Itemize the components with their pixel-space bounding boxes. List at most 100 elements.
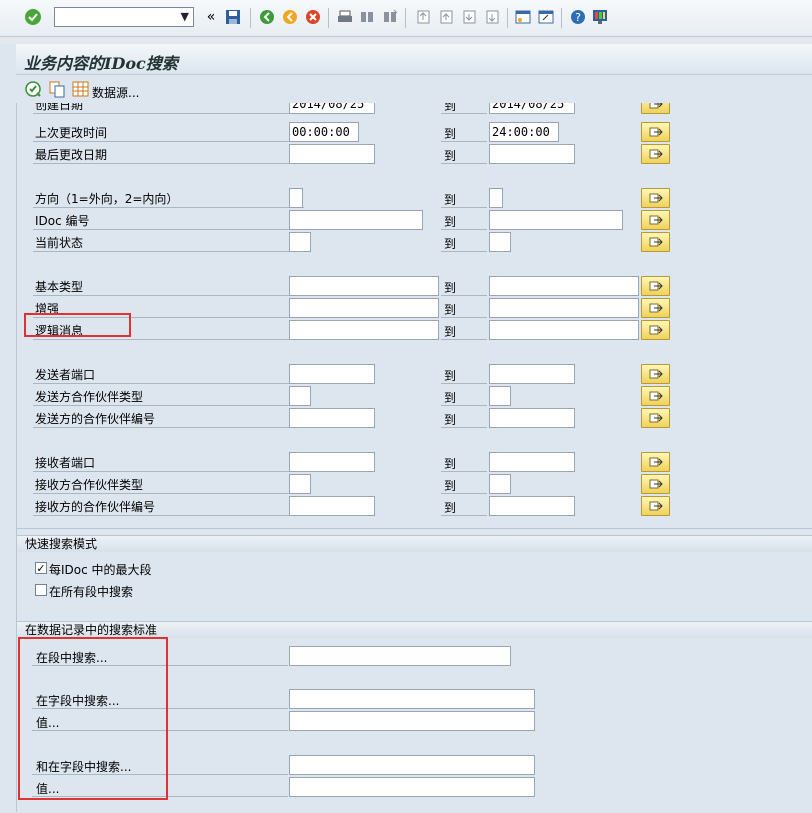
command-field[interactable]: ▼ [54, 7, 194, 27]
data-search-input[interactable] [289, 711, 535, 731]
find-next-icon[interactable] [381, 8, 399, 26]
range-to-input[interactable]: 24:00:00 [489, 122, 559, 142]
range-to-input[interactable] [489, 188, 503, 208]
table-icon[interactable] [72, 80, 90, 101]
range-to-input[interactable] [489, 232, 511, 252]
range-from-input[interactable] [289, 364, 375, 384]
label-underline [33, 251, 304, 252]
label-underline [33, 471, 304, 472]
back-double-icon[interactable]: « [202, 8, 220, 26]
range-to-input[interactable]: 2014/08/25 [489, 103, 575, 114]
back-icon[interactable] [258, 8, 276, 26]
to-label: 到 [444, 149, 457, 163]
data-search-input[interactable] [289, 646, 511, 666]
multiple-selection-button[interactable] [641, 298, 670, 318]
svg-text:?: ? [575, 11, 581, 24]
range-to-input[interactable] [489, 496, 575, 516]
help-icon[interactable]: ? [569, 8, 587, 26]
range-to-input[interactable] [489, 210, 623, 230]
multiple-selection-button[interactable] [641, 276, 670, 296]
exit-icon[interactable] [281, 8, 299, 26]
next-page-icon[interactable] [460, 8, 478, 26]
range-from-input[interactable] [289, 386, 311, 406]
multiple-selection-button[interactable] [641, 188, 670, 208]
range-to-input[interactable] [489, 474, 511, 494]
prev-page-icon[interactable] [437, 8, 455, 26]
multiple-selection-button[interactable] [641, 364, 670, 384]
customize-layout-icon[interactable] [591, 8, 609, 26]
multiple-selection-icon [649, 501, 663, 511]
label-underline [33, 405, 304, 406]
range-to-input[interactable] [489, 408, 575, 428]
range-to-input[interactable] [489, 320, 639, 340]
multiple-selection-icon [649, 303, 663, 313]
range-from-input[interactable] [289, 188, 303, 208]
label-underline [441, 141, 487, 142]
range-from-input[interactable] [289, 276, 439, 296]
title-bar: 业务内容的IDoc搜索 [16, 44, 812, 75]
multiple-selection-button[interactable] [641, 474, 670, 494]
range-to-input[interactable] [489, 276, 639, 296]
label-underline [441, 251, 487, 252]
range-from-input[interactable] [289, 298, 439, 318]
label-underline [33, 493, 304, 494]
multiple-selection-button[interactable] [641, 320, 670, 340]
range-to-input[interactable] [489, 298, 639, 318]
last-page-icon[interactable] [483, 8, 501, 26]
label-underline [441, 493, 487, 494]
create-session-icon[interactable] [514, 8, 532, 26]
range-from-input[interactable] [289, 144, 375, 164]
execute-icon[interactable] [24, 80, 42, 101]
data-search-input[interactable] [289, 755, 535, 775]
datasource-button[interactable]: 数据源... [92, 84, 139, 101]
multiple-selection-button[interactable] [641, 210, 670, 230]
variant-icon[interactable] [48, 80, 66, 101]
range-from-input[interactable] [289, 210, 423, 230]
range-from-input[interactable]: 00:00:00 [289, 122, 359, 142]
data-search-input[interactable] [289, 689, 535, 709]
multiple-selection-button[interactable] [641, 452, 670, 472]
multiple-selection-button[interactable] [641, 496, 670, 516]
data-search-input[interactable] [289, 777, 535, 797]
shortcut-icon[interactable] [537, 8, 555, 26]
multiple-selection-button[interactable] [641, 408, 670, 428]
multiple-selection-button[interactable] [641, 122, 670, 142]
multiple-selection-icon [649, 103, 663, 109]
selection-label: IDoc 编号 [35, 214, 90, 228]
range-from-input[interactable] [289, 496, 375, 516]
checkbox[interactable]: ✓ [35, 562, 47, 574]
range-from-input[interactable] [289, 408, 375, 428]
chevron-down-icon[interactable]: ▼ [181, 10, 189, 23]
range-from-input[interactable]: 2014/08/25 [289, 103, 375, 114]
toolbar-divider [0, 37, 812, 44]
to-label: 到 [444, 237, 457, 251]
print-icon[interactable] [336, 8, 354, 26]
to-label: 到 [444, 501, 457, 515]
multiple-selection-button[interactable] [641, 103, 670, 114]
range-to-input[interactable] [489, 364, 575, 384]
checkbox[interactable] [35, 584, 47, 596]
label-underline [441, 515, 487, 516]
label-underline [441, 405, 487, 406]
range-to-input[interactable] [489, 386, 511, 406]
multiple-selection-button[interactable] [641, 386, 670, 406]
selection-label: 发送者端口 [35, 368, 96, 382]
label-underline [33, 515, 304, 516]
multiple-selection-icon [649, 369, 663, 379]
range-to-input[interactable] [489, 144, 575, 164]
range-to-input[interactable] [489, 452, 575, 472]
range-from-input[interactable] [289, 320, 439, 340]
first-page-icon[interactable] [414, 8, 432, 26]
label-underline [33, 383, 304, 384]
cancel-icon[interactable] [304, 8, 322, 26]
save-icon[interactable] [224, 8, 242, 26]
label-underline [441, 317, 487, 318]
to-label: 到 [444, 303, 457, 317]
multiple-selection-button[interactable] [641, 144, 670, 164]
multiple-selection-button[interactable] [641, 232, 670, 252]
range-from-input[interactable] [289, 232, 311, 252]
range-from-input[interactable] [289, 452, 375, 472]
enter-icon[interactable] [24, 8, 42, 26]
range-from-input[interactable] [289, 474, 311, 494]
find-icon[interactable] [358, 8, 376, 26]
